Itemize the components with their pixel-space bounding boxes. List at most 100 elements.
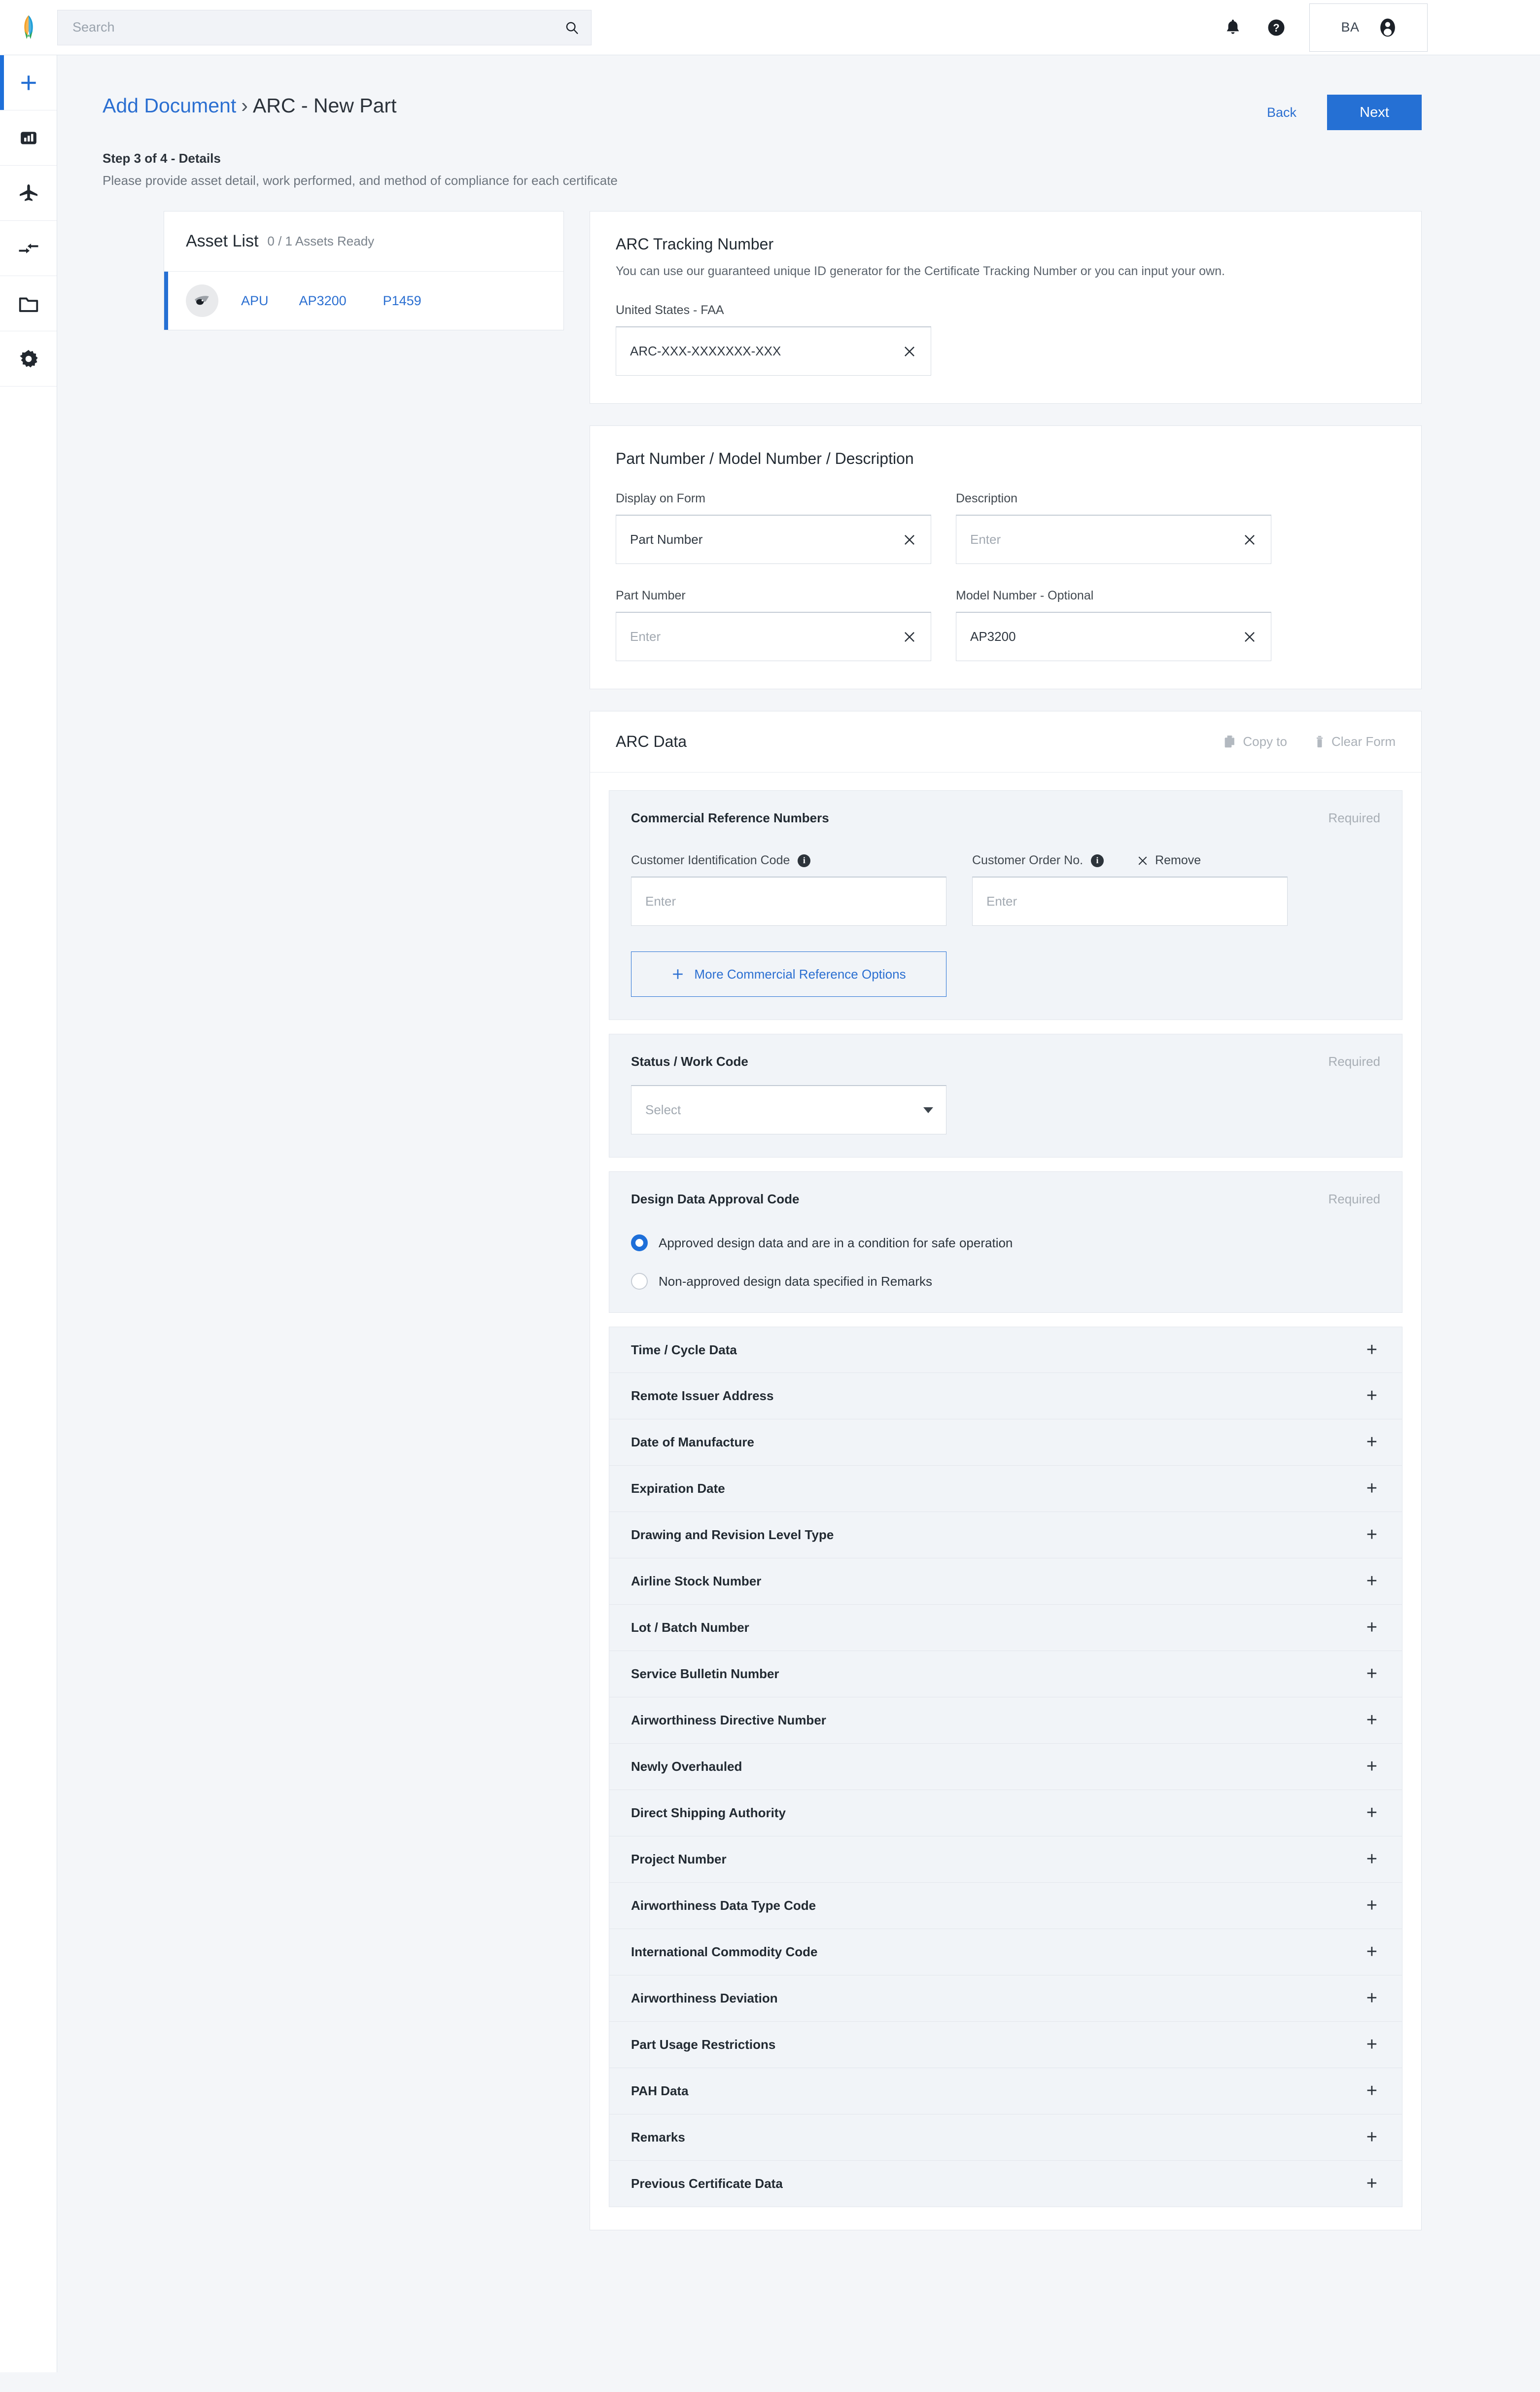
plus-icon[interactable]: +	[1366, 1479, 1377, 1497]
info-icon[interactable]: i	[798, 854, 811, 867]
search-bar[interactable]	[57, 9, 592, 45]
remove-reference-button[interactable]: Remove	[1137, 853, 1201, 868]
plus-icon[interactable]: +	[1366, 1525, 1377, 1544]
plus-icon[interactable]: +	[1366, 1896, 1377, 1914]
plus-icon[interactable]: +	[1366, 1340, 1377, 1359]
accordion-item[interactable]: Airline Stock Number +	[609, 1558, 1402, 1605]
close-icon[interactable]	[1241, 629, 1258, 645]
notifications-button[interactable]	[1223, 17, 1243, 38]
customer-order-no-input[interactable]	[986, 894, 1274, 909]
close-icon[interactable]	[1241, 531, 1258, 548]
close-glyph	[1245, 632, 1255, 642]
arc-data-accordion-list: Time / Cycle Data + Remote Issuer Address +…	[609, 1327, 1402, 2207]
customer-order-no-input-wrapper[interactable]	[972, 877, 1288, 926]
search-input[interactable]	[72, 20, 564, 35]
model-number-input[interactable]	[970, 629, 1241, 644]
back-button[interactable]: Back	[1262, 102, 1301, 123]
radio-selected-icon[interactable]	[631, 1234, 648, 1251]
sidebar-item-settings[interactable]	[0, 331, 57, 387]
accordion-item[interactable]: Part Usage Restrictions +	[609, 2022, 1402, 2068]
accordion-item[interactable]: Drawing and Revision Level Type +	[609, 1512, 1402, 1558]
customer-identification-code-input[interactable]	[645, 894, 933, 909]
description-input-wrapper[interactable]	[956, 515, 1271, 564]
breadcrumb-link-add-document[interactable]: Add Document	[103, 94, 236, 117]
accordion-item[interactable]: Previous Certificate Data +	[609, 2161, 1402, 2207]
accordion-item[interactable]: International Commodity Code +	[609, 1929, 1402, 1975]
plus-icon[interactable]: +	[1366, 1572, 1377, 1590]
accordion-item[interactable]: Expiration Date +	[609, 1466, 1402, 1512]
plus-icon[interactable]: +	[1366, 1757, 1377, 1775]
plus-icon[interactable]: +	[1366, 2035, 1377, 2053]
display-on-form-input[interactable]	[630, 532, 901, 547]
close-icon[interactable]	[901, 629, 918, 645]
commercial-reference-title: Commercial Reference Numbers	[631, 810, 829, 825]
copy-to-button[interactable]: Copy to	[1223, 734, 1287, 749]
arc-tracking-input-wrapper[interactable]	[616, 326, 931, 376]
plus-icon[interactable]: +	[1366, 1850, 1377, 1868]
arc-tracking-title: ARC Tracking Number	[616, 235, 774, 253]
plus-icon[interactable]: +	[1366, 1989, 1377, 2007]
asset-row-model[interactable]: AP3200	[299, 293, 347, 309]
plus-icon[interactable]: +	[1366, 1942, 1377, 1961]
step-indicator: Step 3 of 4 - Details Please provide ass…	[57, 130, 1540, 188]
account-menu[interactable]: BA	[1309, 3, 1428, 52]
accordion-item[interactable]: Time / Cycle Data +	[609, 1327, 1402, 1373]
description-input[interactable]	[970, 532, 1241, 547]
design-data-option-approved-label: Approved design data and are in a condit…	[659, 1235, 1013, 1250]
plus-icon[interactable]: +	[1366, 2128, 1377, 2146]
info-icon[interactable]: i	[1091, 854, 1104, 867]
plus-icon[interactable]: +	[1366, 1433, 1377, 1451]
sidebar	[0, 55, 57, 2372]
accordion-item[interactable]: Newly Overhauled +	[609, 1744, 1402, 1790]
design-data-option-non-approved[interactable]: Non-approved design data specified in Re…	[631, 1273, 1380, 1290]
accordion-item[interactable]: Airworthiness Data Type Code +	[609, 1883, 1402, 1929]
next-button[interactable]: Next	[1327, 95, 1422, 130]
plus-icon[interactable]: +	[1366, 1711, 1377, 1729]
accordion-item[interactable]: Lot / Batch Number +	[609, 1605, 1402, 1651]
clear-form-button[interactable]: Clear Form	[1315, 734, 1396, 749]
asset-row-name[interactable]: APU	[241, 293, 269, 309]
accordion-item[interactable]: Project Number +	[609, 1836, 1402, 1883]
sidebar-item-documents[interactable]	[0, 276, 57, 331]
aircraft-part-icon	[186, 284, 218, 317]
more-commercial-reference-options-label: More Commercial Reference Options	[694, 966, 906, 982]
accordion-item[interactable]: Airworthiness Deviation +	[609, 1975, 1402, 2022]
design-data-option-approved[interactable]: Approved design data and are in a condit…	[631, 1234, 1380, 1251]
accordion-item[interactable]: Service Bulletin Number +	[609, 1651, 1402, 1697]
plus-icon[interactable]: +	[1366, 2081, 1377, 2100]
accordion-item-label: Drawing and Revision Level Type	[631, 1527, 834, 1542]
part-number-input[interactable]	[630, 629, 901, 644]
arc-tracking-input[interactable]	[630, 344, 901, 359]
accordion-item[interactable]: Remarks +	[609, 2114, 1402, 2161]
close-icon[interactable]	[901, 531, 918, 548]
accordion-item-label: Newly Overhauled	[631, 1759, 742, 1774]
plus-icon[interactable]: +	[1366, 1664, 1377, 1683]
brand-logo[interactable]	[0, 14, 57, 41]
plus-icon[interactable]: +	[1366, 2174, 1377, 2192]
part-number-input-wrapper[interactable]	[616, 612, 931, 661]
help-button[interactable]: ?	[1266, 17, 1287, 38]
display-on-form-input-wrapper[interactable]	[616, 515, 931, 564]
close-icon[interactable]	[901, 343, 918, 360]
sidebar-item-transfers[interactable]	[0, 221, 57, 276]
asset-list-row[interactable]: APU AP3200 P1459	[164, 272, 563, 330]
plus-icon[interactable]: +	[1366, 1618, 1377, 1636]
accordion-item[interactable]: Direct Shipping Authority +	[609, 1790, 1402, 1836]
accordion-item[interactable]: Remote Issuer Address +	[609, 1373, 1402, 1419]
model-number-input-wrapper[interactable]	[956, 612, 1271, 661]
step-title: Step 3 of 4 - Details	[103, 151, 221, 166]
plus-icon[interactable]: +	[1366, 1386, 1377, 1405]
customer-identification-code-input-wrapper[interactable]	[631, 877, 946, 926]
accordion-item[interactable]: PAH Data +	[609, 2068, 1402, 2114]
sidebar-item-fleet[interactable]	[0, 166, 57, 221]
radio-unselected-icon[interactable]	[631, 1273, 648, 1290]
sidebar-item-dashboard[interactable]	[0, 110, 57, 166]
accordion-item[interactable]: Date of Manufacture +	[609, 1419, 1402, 1466]
search-icon[interactable]	[564, 20, 579, 35]
accordion-item[interactable]: Airworthiness Directive Number +	[609, 1697, 1402, 1744]
asset-row-serial[interactable]: P1459	[383, 293, 421, 309]
more-commercial-reference-options-button[interactable]: More Commercial Reference Options	[631, 951, 946, 997]
sidebar-item-add[interactable]	[0, 55, 57, 110]
status-work-code-select[interactable]: Select	[631, 1085, 946, 1134]
plus-icon[interactable]: +	[1366, 1803, 1377, 1822]
